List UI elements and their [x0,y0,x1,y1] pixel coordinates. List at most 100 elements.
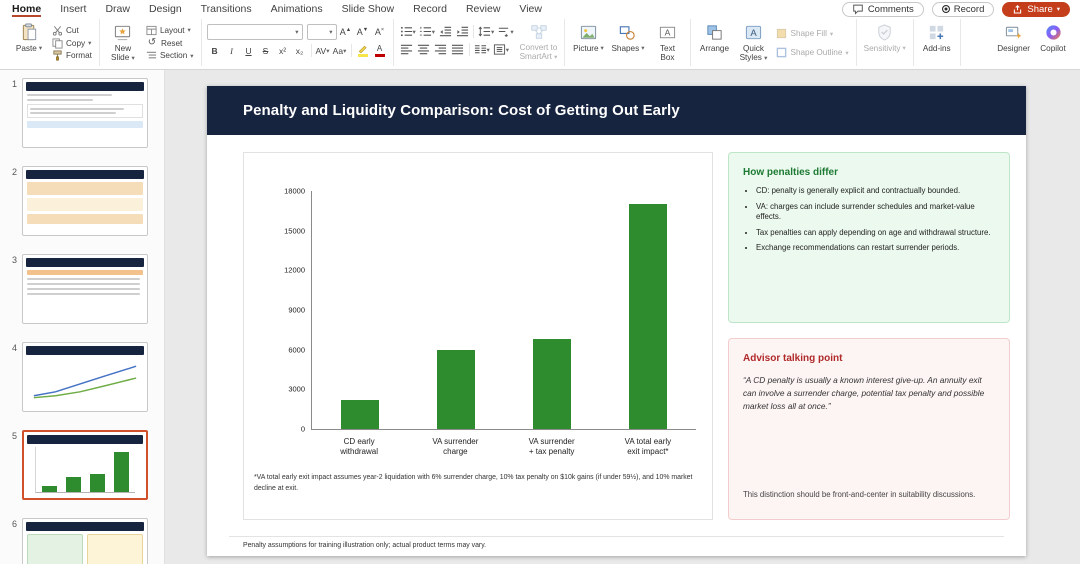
text-direction-icon [499,27,509,37]
superscript-button[interactable]: x² [275,43,291,58]
slide-thumbnail-row: 3 [0,254,164,324]
decrease-font-size-button[interactable]: A ▼ [355,25,371,40]
shape-outline-button[interactable]: Shape Outline ▾ [774,46,850,59]
format-painter-button[interactable]: Format [50,49,94,62]
menu-tab-design[interactable]: Design [149,1,182,17]
slide-thumbnail-1[interactable] [22,78,148,148]
slide-thumbnail-6[interactable] [22,518,148,564]
share-button[interactable]: Share ▾ [1002,1,1070,17]
align-right-button[interactable] [433,42,449,57]
picture-icon [580,25,597,40]
designer-button[interactable]: Designer [995,20,1032,53]
font-name-combo[interactable]: ▾ [206,24,303,40]
increase-indent-button[interactable] [454,24,470,39]
x-tick-label: VA surrender + tax penalty [528,437,575,457]
underline-button[interactable]: U [241,43,257,58]
quick-styles-button[interactable]: A Quick Styles ▾ [735,20,771,63]
menu-tab-view[interactable]: View [519,1,542,17]
add-ins-button[interactable]: Add-ins [919,20,955,53]
thumbnail-decor [27,121,143,128]
text-direction-button[interactable]: ▾ [496,24,514,39]
y-tick-label: 3000 [288,384,305,394]
chevron-down-icon: ▾ [845,49,849,57]
designer-icon [1006,26,1022,39]
numbering-button[interactable]: ▾ [418,24,436,39]
subscript-button[interactable]: x₂ [292,43,308,58]
sensitivity-button[interactable]: Sensitivity ▾ [862,20,908,53]
increase-font-size-button[interactable]: A ▲ [338,25,354,40]
menu-tab-home[interactable]: Home [12,1,41,17]
text-box-button[interactable]: A Text Box [649,20,685,63]
bullets-button[interactable]: ▾ [399,24,417,39]
section-button[interactable]: Section ▾ [144,49,196,62]
quick-styles-icon: A [745,25,762,40]
arrange-button[interactable]: Arrange [696,20,732,53]
slide-thumbnail-2[interactable] [22,166,148,236]
thumbnail-decor [27,534,83,564]
slide-5-editing-surface[interactable]: Penalty and Liquidity Comparison: Cost o… [207,86,1026,556]
copilot-button[interactable]: Copilot [1035,20,1071,53]
font-color-bar [374,53,385,57]
reset-button[interactable]: ↺ Reset [144,37,196,50]
powerpoint-window: Home Insert Draw Design Transitions Animation… [0,0,1080,564]
picture-button[interactable]: Picture ▾ [570,20,606,53]
align-text-button[interactable]: ▾ [492,42,510,57]
slide-thumbnail-3[interactable] [22,254,148,324]
slide-title: Penalty and Liquidity Comparison: Cost o… [243,102,680,119]
clear-formatting-button[interactable]: A × [372,25,388,40]
chart-y-axis: 0 3000 6000 9000 12000 15000 18000 [258,187,312,434]
menu-tab-slide-show[interactable]: Slide Show [342,1,395,17]
advisor-quote: “A CD penalty is usually a known interes… [743,375,985,411]
menu-tab-animations[interactable]: Animations [271,1,323,17]
layout-button[interactable]: Layout ▾ [144,24,196,37]
shape-fill-button[interactable]: Shape Fill ▾ [774,27,850,40]
cut-button[interactable]: Cut [50,24,94,37]
panel-title-advisor: Advisor talking point [743,353,843,364]
picture-label: Picture [573,44,599,53]
italic-button[interactable]: I [224,43,240,58]
convert-to-smartart-button[interactable]: Convert to SmartArt ▾ [518,20,560,62]
arrange-icon [707,25,722,40]
columns-button[interactable]: ▾ [473,42,491,57]
new-slide-button[interactable]: New Slide ▾ [105,20,141,63]
shapes-button[interactable]: Shapes ▾ [609,20,646,53]
thumbnail-decor [30,108,124,110]
ribbon-group-slides: New Slide ▾ Layout ▾ ↺ Reset Section ▾ [100,19,202,66]
y-tick-label: 18000 [284,186,305,196]
down-arrow-icon: ▼ [362,27,369,33]
chevron-down-icon: ▾ [329,29,333,36]
record-button[interactable]: Record [931,1,995,17]
decrease-indent-button[interactable] [437,24,453,39]
menu-tab-record[interactable]: Record [413,1,447,17]
slide-canvas: Penalty and Liquidity Comparison: Cost o… [165,70,1080,564]
line-spacing-button[interactable]: ▾ [477,24,495,39]
bold-button[interactable]: B [207,43,223,58]
font-size-combo[interactable]: ▾ [306,24,337,40]
penalty-bullet: Tax penalties can apply depending on age… [756,228,995,239]
menu-tab-transitions[interactable]: Transitions [201,1,252,17]
chevron-down-icon: ▾ [187,27,191,35]
justify-button[interactable] [450,42,466,57]
new-slide-label-2: Slide [111,53,130,63]
thumbnail-graphic [27,435,143,495]
thumbnail-titlebar [26,170,144,179]
text-box-label-1: Text [659,44,675,53]
align-center-button[interactable] [416,42,432,57]
text-box-icon: A [659,26,676,39]
chevron-down-icon: ▾ [554,54,558,62]
align-left-button[interactable] [399,42,415,57]
menu-tab-draw[interactable]: Draw [105,1,130,17]
menu-tab-insert[interactable]: Insert [60,1,86,17]
menu-tab-review[interactable]: Review [466,1,500,17]
change-case-button[interactable]: Aa ▾ [332,43,348,58]
y-tick-label: 12000 [284,265,305,275]
copy-button[interactable]: Copy ▾ [50,37,94,50]
font-color-button[interactable]: A [372,43,388,58]
slide-thumbnail-5[interactable] [22,430,148,500]
text-highlight-color-button[interactable] [355,43,371,58]
strikethrough-button[interactable]: S [258,43,274,58]
comments-button[interactable]: Comments [841,1,924,17]
character-spacing-button[interactable]: AV ▾ [315,43,331,58]
paste-button[interactable]: Paste ▾ [11,20,47,53]
slide-thumbnail-4[interactable] [22,342,148,412]
